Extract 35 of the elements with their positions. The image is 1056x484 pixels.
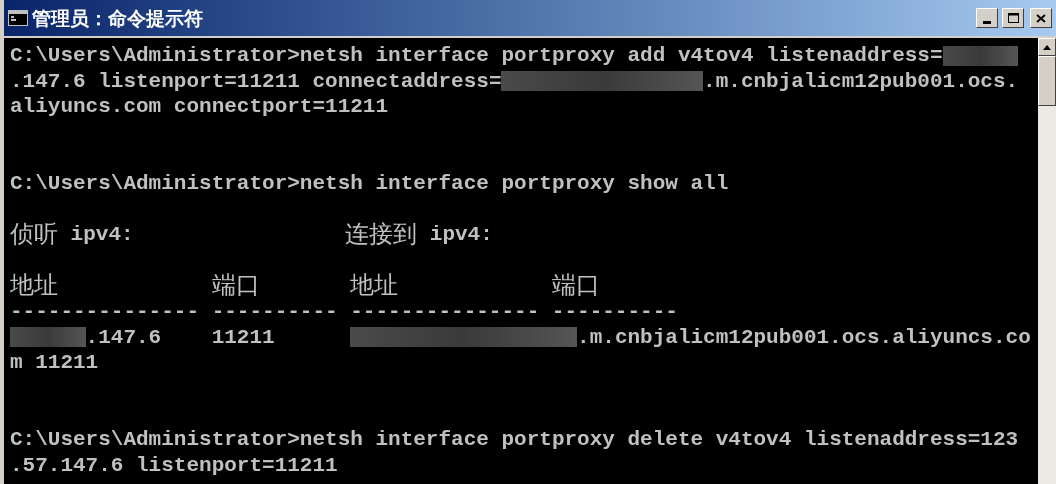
console-text: .147.6 listenport=11211 connectaddress= <box>10 68 502 95</box>
console-text: aliyuncs.com connectport=11211 <box>10 94 389 120</box>
console-text: C:\Users\Administrator>netsh interface portproxy delete v4tov4 listenaddress=123 <box>10 426 1019 453</box>
console-text: 11211 <box>211 324 275 351</box>
console-text: ipv4: <box>69 222 134 248</box>
console-text: C:\Users\Administrator>netsh interface portproxy add v4tov4 listenaddress= <box>10 43 943 69</box>
scrollbar-thumb[interactable] <box>1038 56 1056 106</box>
window-title: 管理员：命令提示符 <box>32 8 203 28</box>
close-icon <box>1036 13 1046 23</box>
scroll-up-button[interactable] <box>1038 38 1056 56</box>
console-text: 地址 <box>10 273 58 299</box>
console-text: ---------- <box>211 298 338 325</box>
console-text: 连接到 <box>345 222 418 248</box>
console-text: .147.6 <box>85 324 162 351</box>
console-text: ---------- <box>551 298 678 325</box>
console-text: .m.cnbjalicm12pub001.ocs. <box>703 68 1019 95</box>
up-arrow-icon <box>1043 44 1051 50</box>
scrollbar[interactable] <box>1038 38 1056 484</box>
console-icon <box>8 10 28 26</box>
console-text: 端口 <box>211 273 260 299</box>
console-text: 侦听 <box>10 222 58 248</box>
console-text: 地址 <box>350 273 399 299</box>
console-text: .57.147.6 listenport=11211 <box>10 452 338 479</box>
console-text: 端口 <box>551 273 600 299</box>
close-button[interactable] <box>1030 8 1052 28</box>
console-text: C:\Users\Administrator>netsh interface portproxy show all <box>10 170 729 197</box>
console-text: m 11211 <box>10 350 99 376</box>
console-text: --------------- <box>10 298 200 325</box>
maximize-button[interactable] <box>1002 8 1024 28</box>
minimize-button[interactable] <box>976 8 998 28</box>
minimize-icon <box>983 21 991 24</box>
maximize-icon <box>1007 13 1019 23</box>
console-text: --------------- <box>350 298 540 325</box>
console-text: ipv4: <box>428 222 493 248</box>
console-text: .m.cnbjalicm12pub001.ocs.aliyuncs.co <box>577 324 1031 351</box>
